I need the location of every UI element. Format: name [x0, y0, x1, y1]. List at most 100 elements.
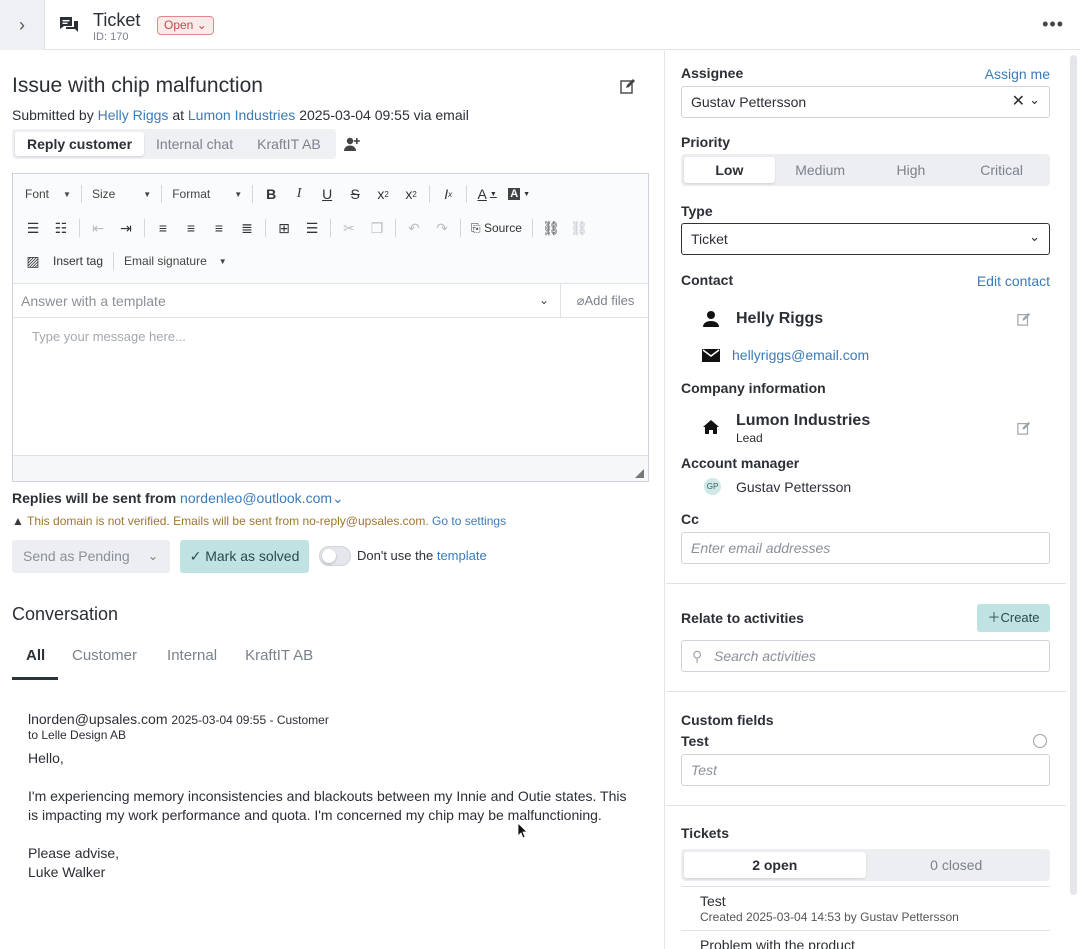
type-select[interactable]: Ticket ⌄: [681, 223, 1050, 255]
copy-icon[interactable]: ❐: [363, 216, 391, 240]
strikethrough-icon[interactable]: S: [341, 182, 369, 206]
horizontal-rule-icon[interactable]: ☰: [298, 216, 326, 240]
email-signature-dropdown[interactable]: Email signature ▼: [118, 249, 233, 273]
create-activity-button[interactable]: ＋Create: [977, 604, 1050, 632]
header-title: Ticket: [93, 10, 141, 30]
create-label: Create: [1000, 610, 1040, 625]
go-to-settings-link[interactable]: Go to settings: [432, 514, 506, 528]
numbered-list-icon[interactable]: ☰: [19, 216, 47, 240]
bullet-list-icon[interactable]: ☷: [47, 216, 75, 240]
submitter-link[interactable]: Helly Riggs: [98, 107, 169, 123]
submitted-info: Submitted by Helly Riggs at Lumon Indust…: [12, 107, 469, 123]
align-justify-icon[interactable]: ≣: [233, 216, 261, 240]
radio-icon[interactable]: [1033, 734, 1047, 748]
chevron-down-icon: ⌄: [1029, 229, 1040, 244]
underline-icon[interactable]: U: [313, 182, 341, 206]
tab-closed-tickets[interactable]: 0 closed: [866, 852, 1048, 878]
tab-open-tickets[interactable]: 2 open: [684, 852, 866, 878]
ticket-item-title[interactable]: Test: [700, 893, 726, 909]
tab-internal[interactable]: Internal: [167, 640, 217, 680]
edit-contact-icon[interactable]: [1017, 312, 1031, 326]
assign-me-link[interactable]: Assign me: [985, 66, 1050, 82]
search-activities-input[interactable]: ⚲ Search activities: [681, 640, 1050, 672]
contact-name[interactable]: Helly Riggs: [736, 310, 823, 328]
undo-icon[interactable]: ↶: [400, 216, 428, 240]
send-as-dropdown[interactable]: Send as Pending ⌄: [12, 540, 170, 573]
cut-icon[interactable]: ✂: [335, 216, 363, 240]
tab-internal-chat[interactable]: Internal chat: [144, 132, 245, 156]
tab-reply-customer[interactable]: Reply customer: [15, 132, 145, 156]
scrollbar[interactable]: [1070, 55, 1077, 895]
test-field-input[interactable]: Test: [681, 754, 1050, 786]
ticket-item-title[interactable]: Problem with the product: [700, 937, 855, 949]
priority-low[interactable]: Low: [684, 157, 775, 183]
company-name[interactable]: Lumon Industries: [736, 412, 870, 430]
link-icon[interactable]: ⛓: [537, 216, 565, 240]
tab-customer[interactable]: Customer: [72, 640, 137, 680]
clear-icon[interactable]: ✕: [1012, 87, 1025, 117]
subscript-icon[interactable]: x2: [369, 182, 397, 206]
outdent-icon[interactable]: ⇤: [84, 216, 112, 240]
priority-medium[interactable]: Medium: [775, 157, 866, 183]
expand-panel-button[interactable]: ›: [0, 0, 45, 50]
insert-tag-button[interactable]: Insert tag: [47, 254, 109, 268]
template-link[interactable]: template: [437, 548, 487, 563]
source-button[interactable]: ⎘ Source: [465, 221, 528, 236]
assignee-select[interactable]: Gustav Pettersson ✕ ⌄: [681, 86, 1050, 118]
priority-critical[interactable]: Critical: [956, 157, 1047, 183]
status-badge[interactable]: Open ⌄: [157, 16, 214, 35]
divider: [681, 886, 1050, 887]
chevron-down-icon[interactable]: ⌄: [1029, 85, 1040, 115]
tab-all[interactable]: All: [12, 640, 58, 680]
cc-input[interactable]: Enter email addresses: [681, 532, 1050, 564]
person-icon: [703, 311, 719, 327]
format-dropdown[interactable]: Format ▼: [166, 182, 248, 206]
plus-icon: ＋: [987, 610, 1001, 625]
more-options-button[interactable]: •••: [1042, 14, 1064, 35]
chevron-down-icon[interactable]: ⌄: [539, 293, 549, 307]
type-value: Ticket: [691, 231, 728, 247]
template-toggle[interactable]: [319, 546, 351, 566]
unlink-icon[interactable]: ⛓: [565, 216, 593, 240]
table-icon[interactable]: ⊞: [270, 216, 298, 240]
toolbar-divider: [161, 185, 163, 203]
size-dropdown-label: Size: [91, 187, 116, 201]
text-color-icon[interactable]: A ▼: [471, 182, 503, 206]
redo-icon[interactable]: ↷: [428, 216, 456, 240]
bold-icon[interactable]: B: [257, 182, 285, 206]
align-center-icon[interactable]: ≡: [177, 216, 205, 240]
resize-handle-icon[interactable]: [635, 469, 644, 478]
divider: [666, 805, 1066, 806]
edit-icon[interactable]: [620, 78, 636, 94]
font-dropdown[interactable]: Font ▼: [19, 182, 77, 206]
priority-high[interactable]: High: [866, 157, 957, 183]
indent-icon[interactable]: ⇥: [112, 216, 140, 240]
mark-as-solved-button[interactable]: ✓ Mark as solved: [180, 540, 309, 573]
chevron-down-icon[interactable]: ⌄: [332, 490, 344, 506]
company-link[interactable]: Lumon Industries: [188, 107, 295, 123]
sender-email-dropdown[interactable]: nordenleo@outlook.com: [180, 490, 332, 506]
message-body: Hello, I'm experiencing memory inconsist…: [28, 750, 627, 880]
template-select[interactable]: Answer with a template: [21, 293, 166, 309]
background-color-icon[interactable]: A ▼: [503, 182, 535, 206]
message-input[interactable]: Type your message here...: [32, 329, 186, 344]
contact-email-link[interactable]: hellyriggs@email.com: [732, 347, 869, 363]
clear-format-icon[interactable]: Ix: [434, 182, 462, 206]
edit-company-icon[interactable]: [1017, 421, 1031, 435]
superscript-icon[interactable]: x2: [397, 182, 425, 206]
align-right-icon[interactable]: ≡: [205, 216, 233, 240]
account-manager-label: Account manager: [681, 455, 800, 471]
add-person-icon[interactable]: [343, 136, 361, 152]
font-dropdown-label: Font: [25, 187, 50, 201]
toolbar-divider: [460, 219, 461, 237]
tab-kraftit[interactable]: KraftIT AB: [245, 132, 333, 156]
align-left-icon[interactable]: ≡: [149, 216, 177, 240]
size-dropdown[interactable]: Size ▼: [86, 182, 157, 206]
tab-kraftit-ab[interactable]: KraftIT AB: [245, 640, 313, 680]
italic-icon[interactable]: I: [285, 182, 313, 206]
status-label: Open: [164, 18, 194, 32]
edit-contact-link[interactable]: Edit contact: [977, 273, 1050, 289]
chat-bubbles-icon: [60, 17, 78, 32]
image-icon[interactable]: ▨: [19, 249, 47, 273]
add-files-button[interactable]: ⌀ Add files: [560, 284, 650, 317]
